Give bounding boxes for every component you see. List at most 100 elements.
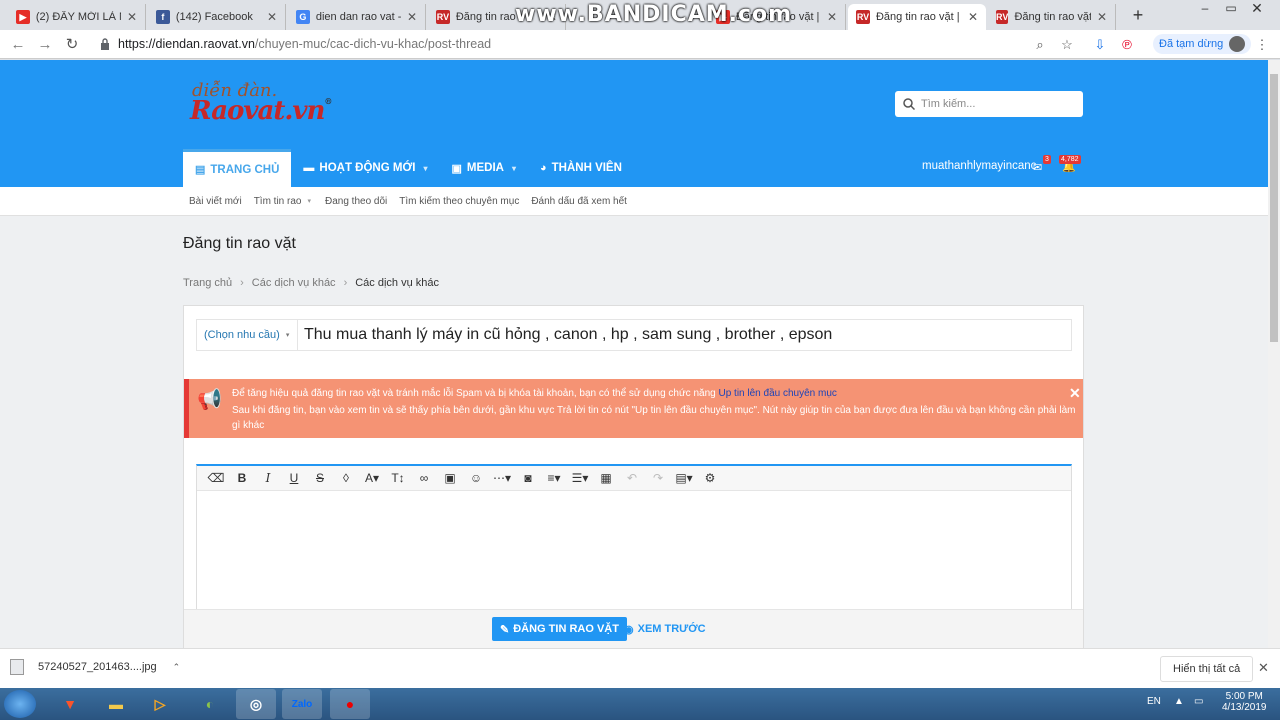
brave-icon[interactable]: ▼ [50,689,90,719]
table-icon[interactable]: ▦ [593,468,619,488]
user-menu[interactable]: muathanhlymayincanc [922,160,1036,172]
close-tab-icon[interactable]: ✕ [267,10,277,24]
bold-icon[interactable]: B [229,468,255,488]
italic-icon[interactable]: I [255,468,281,488]
media-player-icon[interactable]: ▷ [140,689,180,719]
image-icon[interactable]: ▣ [437,468,463,488]
subnav-watched[interactable]: Đang theo dõi [325,196,387,207]
tab-title: Đăng tin rao vặt | D [875,11,962,23]
comment-icon: ▬ [303,162,315,174]
minimize-button[interactable]: – [1192,0,1218,20]
post-form: (Chọn nhu cầu) ▾ Thu mua thanh lý máy in … [183,305,1084,648]
gear-icon[interactable]: ⚙ [697,468,723,488]
chevron-down-icon[interactable]: ▾ [307,197,311,205]
strikethrough-icon[interactable]: S [307,468,333,488]
close-window-button[interactable]: ✕ [1244,0,1270,20]
browser-tab[interactable]: ▶ (2) ĐẦY MỚI LÀ NH ✕ [8,4,146,30]
font-family-icon[interactable]: A▾ [359,468,385,488]
nav-item[interactable]: ▣ MEDIA ▾ [439,149,527,187]
nav-item[interactable]: ◕ THÀNH VIÊN [528,149,634,187]
camera-icon[interactable]: ◙ [515,468,541,488]
up-thread-link[interactable]: Up tin lên đầu chuyên mục [718,388,836,399]
close-tab-icon[interactable]: ✕ [827,10,837,24]
close-tab-icon[interactable]: ✕ [1097,10,1107,24]
tab-title: Đăng tin rao vặt | D [1014,11,1091,23]
bandicam-icon[interactable]: ● [330,689,370,719]
inbox-icon[interactable]: ✉ [1033,161,1042,174]
page-scrollbar[interactable] [1268,60,1280,648]
list-icon[interactable]: ☰▾ [567,468,593,488]
subnav-find-ads[interactable]: Tìm tin rao [254,196,302,207]
url-text[interactable]: https://diendan.raovat.vn/chuyen-muc/cac… [118,37,491,51]
folder-icon[interactable]: ▬ [96,689,136,719]
nav-item-label: MEDIA [466,162,504,174]
browser-tab[interactable]: f (142) Facebook ✕ [148,4,286,30]
close-icon[interactable]: ✕ [1258,660,1269,676]
browser-tab[interactable]: RV Đăng tin rao vặt | D ✕ [988,4,1116,30]
editor-toolbar: ⌫ B I U S ◊ A▾ T↕ ∞ ▣ ☺ ⋯▾ ◙ ≡▾ ☰▾ ▦ ↶ ↷… [197,466,1071,491]
undo-icon[interactable]: ↶ [619,468,645,488]
clock[interactable]: 5:00 PM 4/13/2019 [1222,691,1267,713]
text-color-icon[interactable]: ◊ [333,468,359,488]
sync-paused-button[interactable]: Đã tạm dừng [1153,34,1252,54]
new-tab-button[interactable]: + [1128,6,1148,26]
search-input[interactable]: Tìm kiếm... [895,91,1083,117]
network-icon[interactable]: ▭ [1194,696,1203,707]
site-logo[interactable]: Raovat.vn® [190,96,332,126]
forward-button[interactable]: → [35,35,55,55]
link-icon[interactable]: ∞ [411,468,437,488]
underline-icon[interactable]: U [281,468,307,488]
youtube-icon: ▶ [16,10,30,24]
nav-item[interactable]: ▤ TRANG CHỦ [183,149,292,187]
subnav-new-posts[interactable]: Bài viết mới [189,196,242,207]
thread-title-input[interactable]: Thu mua thanh lý máy in cũ hỏng , canon … [298,319,1072,351]
subnav-search-category[interactable]: Tìm kiếm theo chuyên mục [399,196,519,207]
align-icon[interactable]: ≡▾ [541,468,567,488]
start-button[interactable] [4,690,36,718]
zoom-icon[interactable]: ⌕ [1031,36,1049,54]
prefix-select[interactable]: (Chọn nhu cầu) ▾ [196,319,298,351]
address-bar: ← → ↻ https://diendan.raovat.vn/chuyen-m… [0,30,1280,59]
smiley-icon[interactable]: ☺ [463,468,489,488]
form-footer: ✎ ĐĂNG TIN RAO VẶT ◉ XEM TRƯỚC [184,609,1083,648]
menu-icon[interactable]: ⋮ [1253,36,1271,54]
browser-tab[interactable]: RV Đăng tin rao vặt | D ✕ [848,4,986,30]
bookmark-star-icon[interactable]: ☆ [1058,36,1076,54]
back-button[interactable]: ← [8,35,28,55]
facebook-icon: f [156,10,170,24]
language-indicator[interactable]: EN [1147,696,1161,707]
drafts-icon[interactable]: ▤▾ [671,468,697,488]
eraser-icon[interactable]: ⌫ [203,468,229,488]
redo-icon[interactable]: ↷ [645,468,671,488]
subnav-mark-read[interactable]: Đánh dấu đã xem hết [531,196,627,207]
close-tab-icon[interactable]: ✕ [968,10,978,24]
pinterest-icon[interactable]: ℗ [1118,36,1136,54]
chrome-icon[interactable]: ◎ [236,689,276,719]
close-icon[interactable]: ✕ [1069,385,1081,402]
breadcrumb-category[interactable]: Các dịch vụ khác [252,277,336,289]
raovat-icon: RV [436,10,450,24]
chevron-down-icon[interactable]: ▾ [423,164,427,173]
chevron-down-icon[interactable]: ▾ [512,164,516,173]
close-tab-icon[interactable]: ✕ [127,10,137,24]
download-item[interactable]: 57240527_201463....jpg ⌃ [10,659,180,675]
show-all-downloads-button[interactable]: Hiển thị tất cả [1160,656,1254,682]
nav-item[interactable]: ▬ HOẠT ĐỘNG MỚI ▾ [291,149,439,187]
tray-arrow-icon[interactable]: ▲ [1174,696,1184,707]
notice-banner: 📢 Để tăng hiệu quả đăng tin rao vặt và t… [184,379,1083,438]
app-icon[interactable]: ◐ [190,689,230,719]
submit-button[interactable]: ✎ ĐĂNG TIN RAO VẶT [492,617,627,641]
preview-button[interactable]: ◉ XEM TRƯỚC [624,617,706,641]
zalo-icon[interactable]: Zalo [282,689,322,719]
close-tab-icon[interactable]: ✕ [407,10,417,24]
breadcrumb-home[interactable]: Trang chủ [183,277,232,289]
extension-icon[interactable]: ⇩ [1091,36,1109,54]
reload-button[interactable]: ↻ [62,35,82,55]
more-icon[interactable]: ⋯▾ [489,468,515,488]
browser-tab[interactable]: Gdien dan rao vat - T ✕ [288,4,426,30]
maximize-button[interactable]: ▭ [1218,0,1244,20]
font-size-icon[interactable]: T↕ [385,468,411,488]
inbox-badge: 3 [1043,155,1051,164]
scrollbar-thumb[interactable] [1270,74,1278,342]
chevron-up-icon[interactable]: ⌃ [173,662,181,673]
